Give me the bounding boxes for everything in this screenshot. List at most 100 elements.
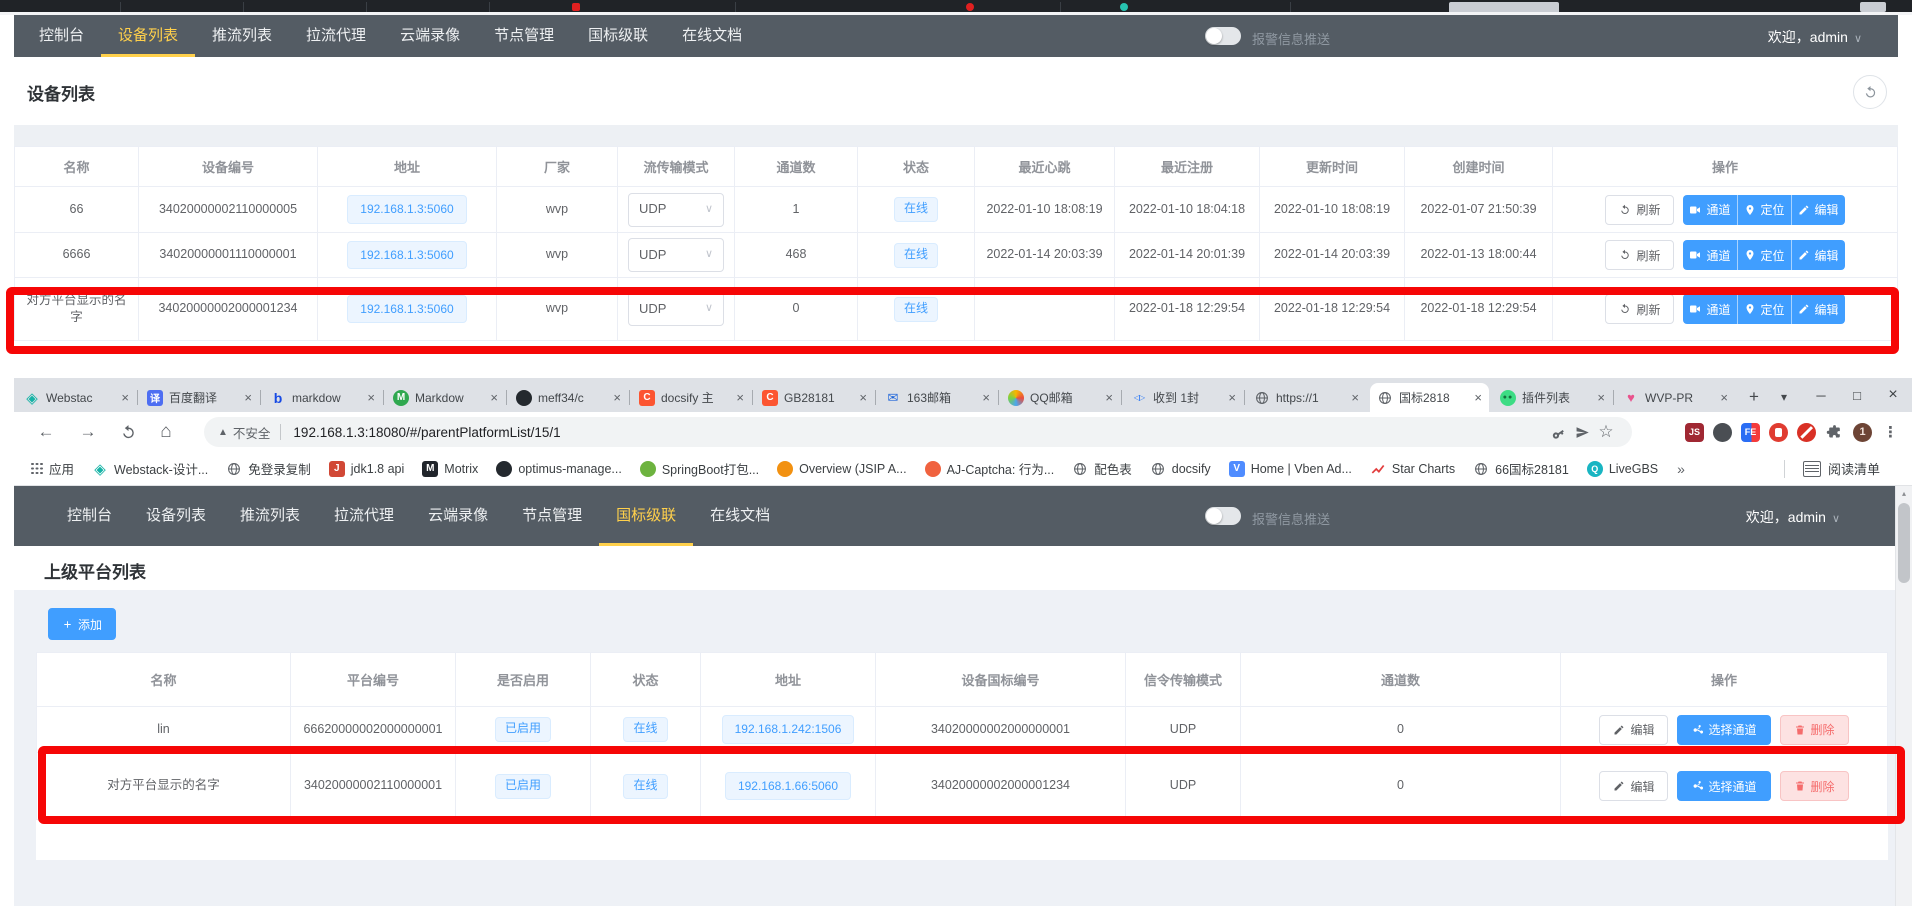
bookmark-item[interactable]: 66国标28181 bbox=[1466, 456, 1576, 481]
browser-tab[interactable]: ◈Webstac× bbox=[17, 383, 136, 412]
apps-shortcut[interactable]: 应用 bbox=[24, 456, 81, 481]
page-scrollbar[interactable]: ▴ bbox=[1895, 486, 1912, 906]
bookmark-item[interactable]: 配色表 bbox=[1065, 456, 1139, 481]
edit-device-button[interactable]: 编辑 bbox=[1791, 195, 1845, 225]
new-tab-button[interactable]: + bbox=[1740, 383, 1768, 411]
menu-item-node-manage[interactable]: 节点管理 bbox=[505, 486, 599, 546]
locate-button[interactable]: 定位 bbox=[1737, 195, 1791, 225]
browser-tab[interactable]: ✉163邮箱× bbox=[878, 383, 997, 412]
close-icon[interactable]: × bbox=[982, 390, 990, 405]
security-label[interactable]: 不安全 bbox=[233, 423, 271, 442]
refresh-device-button[interactable]: 刷新 bbox=[1605, 240, 1674, 270]
address-tag[interactable]: 192.168.1.3:5060 bbox=[347, 295, 466, 324]
menu-item-push-list[interactable]: 推流列表 bbox=[223, 486, 317, 546]
bookmark-item[interactable]: VHome | Vben Ad... bbox=[1222, 458, 1359, 480]
channel-button[interactable]: 通道 bbox=[1683, 294, 1736, 324]
bookmark-item[interactable]: Overview (JSIP A... bbox=[770, 458, 913, 480]
menu-item-node-manage[interactable]: 节点管理 bbox=[477, 15, 571, 57]
close-icon[interactable]: × bbox=[1474, 390, 1482, 405]
menu-item-gb-cascade[interactable]: 国标级联 bbox=[599, 486, 693, 546]
close-icon[interactable]: × bbox=[490, 390, 498, 405]
bookmark-item[interactable]: optimus-manage... bbox=[489, 458, 629, 480]
menu-item-pull-proxy[interactable]: 拉流代理 bbox=[317, 486, 411, 546]
menu-item-cloud-record[interactable]: 云端录像 bbox=[383, 15, 477, 57]
stream-mode-select[interactable]: UDP∨ bbox=[628, 238, 724, 272]
edit-platform-button[interactable]: 编辑 bbox=[1599, 715, 1668, 745]
close-icon[interactable]: × bbox=[1720, 390, 1728, 405]
close-icon[interactable]: × bbox=[613, 390, 621, 405]
welcome-user-menu[interactable]: 欢迎，admin∨ bbox=[1768, 27, 1862, 47]
close-icon[interactable]: × bbox=[1228, 390, 1236, 405]
browser-tab[interactable]: ♥WVP-PR× bbox=[1616, 383, 1735, 412]
browser-tab[interactable]: https://1× bbox=[1247, 383, 1366, 412]
edit-platform-button[interactable]: 编辑 bbox=[1599, 771, 1668, 801]
delete-platform-button[interactable]: 删除 bbox=[1780, 771, 1849, 801]
menu-item-device-list[interactable]: 设备列表 bbox=[129, 486, 223, 546]
reading-list-button[interactable]: 阅读清单 bbox=[1795, 456, 1888, 481]
menu-item-online-docs[interactable]: 在线文档 bbox=[693, 486, 787, 546]
channel-button[interactable]: 通道 bbox=[1683, 195, 1736, 225]
close-icon[interactable]: × bbox=[1351, 390, 1359, 405]
bookmark-star-icon[interactable]: ☆ bbox=[1594, 420, 1618, 444]
edit-device-button[interactable]: 编辑 bbox=[1791, 240, 1845, 270]
bookmark-item[interactable]: Jjdk1.8 api bbox=[322, 458, 412, 480]
menu-item-gb-cascade[interactable]: 国标级联 bbox=[571, 15, 665, 57]
stream-mode-select[interactable]: UDP∨ bbox=[628, 193, 724, 227]
bookmark-item[interactable]: Star Charts bbox=[1363, 458, 1462, 480]
minimize-button[interactable]: ─ bbox=[1804, 378, 1838, 412]
address-tag[interactable]: 192.168.1.3:5060 bbox=[347, 195, 466, 224]
bookmark-item[interactable]: AJ-Captcha: 行为... bbox=[918, 456, 1062, 481]
menu-item-pull-proxy[interactable]: 拉流代理 bbox=[289, 15, 383, 57]
browser-tab[interactable]: MMarkdow× bbox=[386, 383, 505, 412]
bookmark-item[interactable]: SpringBoot打包... bbox=[633, 456, 766, 481]
browser-tab[interactable]: CGB28181× bbox=[755, 383, 874, 412]
browser-menu-icon[interactable]: ⋮ bbox=[1881, 423, 1900, 442]
refresh-page-button[interactable] bbox=[1853, 75, 1887, 109]
close-icon[interactable]: × bbox=[121, 390, 129, 405]
bookmark-item[interactable]: 免登录复制 bbox=[219, 456, 318, 481]
address-tag[interactable]: 192.168.1.242:1506 bbox=[722, 715, 855, 744]
address-tag[interactable]: 192.168.1.3:5060 bbox=[347, 241, 466, 270]
maximize-button[interactable]: □ bbox=[1840, 378, 1874, 412]
browser-tab[interactable]: 译百度翻译× bbox=[140, 383, 259, 412]
url-text[interactable]: 192.168.1.3:18080/#/parentPlatformList/1… bbox=[293, 425, 1546, 440]
close-icon[interactable]: × bbox=[859, 390, 867, 405]
select-channel-button[interactable]: 选择通道 bbox=[1677, 771, 1770, 801]
cropped-browser-tabstrip[interactable] bbox=[0, 0, 1912, 12]
window-close-button[interactable]: × bbox=[1876, 378, 1910, 412]
menu-item-push-list[interactable]: 推流列表 bbox=[195, 15, 289, 57]
tab-search-chevron-icon[interactable]: ▾ bbox=[1770, 383, 1798, 411]
no-sign-extension-icon[interactable] bbox=[1797, 423, 1816, 442]
close-icon[interactable]: × bbox=[736, 390, 744, 405]
address-bar[interactable]: ▲ 不安全 192.168.1.3:18080/#/parentPlatform… bbox=[204, 417, 1632, 447]
scroll-up-icon[interactable]: ▴ bbox=[1896, 486, 1912, 501]
incognito-mask-extension-icon[interactable] bbox=[1713, 423, 1732, 442]
refresh-device-button[interactable]: 刷新 bbox=[1605, 294, 1674, 324]
js-extension-icon[interactable]: JS bbox=[1685, 423, 1704, 442]
menu-item-device-list[interactable]: 设备列表 bbox=[101, 15, 195, 57]
close-icon[interactable]: × bbox=[367, 390, 375, 405]
address-tag[interactable]: 192.168.1.66:5060 bbox=[725, 772, 851, 801]
home-icon[interactable]: ⌂ bbox=[152, 418, 180, 446]
browser-tab[interactable]: Cdocsify 主× bbox=[632, 383, 751, 412]
close-icon[interactable]: × bbox=[244, 390, 252, 405]
bookmarks-overflow-icon[interactable]: » bbox=[1669, 461, 1693, 477]
scrollbar-thumb[interactable] bbox=[1898, 503, 1910, 583]
browser-tab[interactable]: ●●插件列表× bbox=[1493, 383, 1612, 412]
browser-tab-active[interactable]: 国标2818× bbox=[1370, 383, 1489, 412]
password-key-icon[interactable] bbox=[1546, 420, 1570, 444]
browser-tab[interactable]: meff34/c× bbox=[509, 383, 628, 412]
close-icon[interactable]: × bbox=[1105, 390, 1113, 405]
profile-avatar[interactable]: 1 bbox=[1853, 423, 1872, 442]
select-channel-button[interactable]: 选择通道 bbox=[1677, 715, 1770, 745]
menu-item-online-docs[interactable]: 在线文档 bbox=[665, 15, 759, 57]
menu-item-console[interactable]: 控制台 bbox=[50, 486, 129, 546]
browser-tab[interactable]: ◁▷收到 1封× bbox=[1124, 383, 1243, 412]
bookmark-item[interactable]: MMotrix bbox=[415, 458, 485, 480]
channel-button[interactable]: 通道 bbox=[1683, 240, 1736, 270]
menu-item-cloud-record[interactable]: 云端录像 bbox=[411, 486, 505, 546]
reload-icon[interactable] bbox=[114, 418, 142, 446]
welcome-user-menu[interactable]: 欢迎，admin∨ bbox=[1746, 507, 1840, 527]
add-platform-button[interactable]: 添加 bbox=[48, 608, 116, 640]
bookmark-item[interactable]: docsify bbox=[1143, 458, 1218, 480]
